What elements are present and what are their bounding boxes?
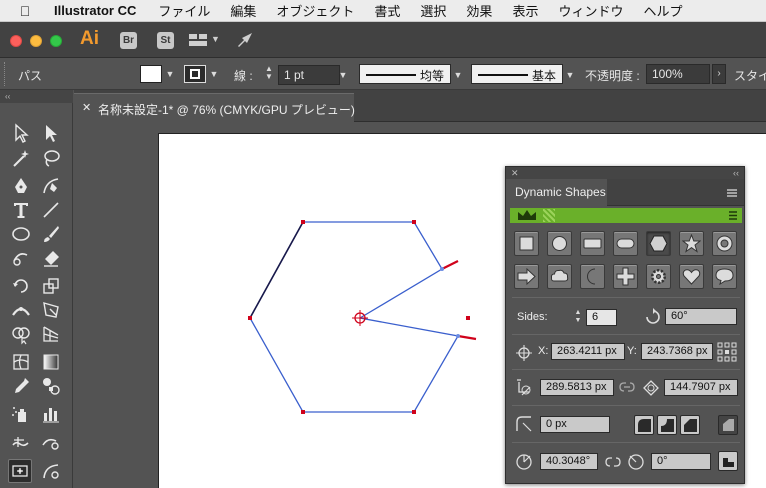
- cloud-icon: [550, 269, 569, 282]
- width-icon: [517, 379, 531, 396]
- panel-header[interactable]: ✕ ‹‹: [506, 167, 744, 179]
- rotation-icon: [646, 308, 660, 324]
- plugin-brand-bar: [510, 208, 742, 223]
- x-input[interactable]: 263.4211 px: [551, 343, 625, 360]
- panel-divider: [512, 334, 740, 335]
- round-corner-icon: [638, 419, 651, 432]
- panel-tab-dynamic-shapes[interactable]: Dynamic Shapes: [506, 179, 607, 206]
- cross-shape-button[interactable]: [613, 264, 638, 289]
- rectangle-icon: [519, 236, 534, 251]
- ellipse-shape-button[interactable]: [547, 231, 572, 256]
- panel-menu-icon[interactable]: [726, 186, 738, 198]
- crescent-icon: [587, 268, 596, 285]
- brand-pattern: [543, 209, 555, 222]
- gear-shape-button[interactable]: [646, 264, 671, 289]
- height-input[interactable]: 144.7907 px: [664, 379, 738, 396]
- corner-round-button[interactable]: [634, 415, 654, 435]
- anchor-points[interactable]: [248, 220, 470, 414]
- chamfer-corner-icon: [684, 419, 697, 432]
- arrow-shape-button[interactable]: [514, 264, 539, 289]
- panel-divider: [512, 369, 740, 370]
- capsule-shape-button[interactable]: [613, 231, 638, 256]
- pie-end-angle-icon: [628, 454, 644, 470]
- pie-angle-icon: [516, 454, 532, 470]
- panel-divider: [512, 442, 740, 443]
- crosshair-icon: [516, 345, 532, 361]
- panel-divider: [512, 405, 740, 406]
- rectangle-shape-button[interactable]: [514, 231, 539, 256]
- reference-point-grid-icon[interactable]: [717, 342, 737, 362]
- speech-bubble-shape-button[interactable]: [712, 264, 737, 289]
- hexagon-path[interactable]: [249, 221, 460, 413]
- panel-close-icon[interactable]: ✕: [511, 167, 519, 179]
- crown-logo-icon: [518, 210, 536, 220]
- link-angles-icon[interactable]: [603, 452, 623, 472]
- panel-divider: [512, 297, 740, 298]
- gear-icon: [651, 269, 666, 284]
- star-shape-button[interactable]: [679, 231, 704, 256]
- ring-icon: [716, 235, 733, 252]
- sides-stepper[interactable]: ▲ ▼: [572, 309, 584, 326]
- pie-start-angle-input[interactable]: 40.3048°: [540, 453, 598, 470]
- ring-shape-button[interactable]: [712, 231, 737, 256]
- capsule-icon: [616, 238, 635, 249]
- panel-tab-row: Dynamic Shapes: [506, 179, 744, 206]
- inverted-corner-icon: [661, 419, 674, 432]
- rounded-rectangle-shape-button[interactable]: [580, 231, 605, 256]
- sides-label: Sides:: [517, 311, 548, 323]
- pie-handles[interactable]: [440, 260, 477, 341]
- speech-bubble-icon: [715, 268, 734, 286]
- rotation-input[interactable]: 60°: [665, 308, 737, 325]
- corner-chamfer-button[interactable]: [680, 415, 700, 435]
- x-label: X:: [538, 345, 549, 357]
- width-input[interactable]: 289.5813 px: [540, 379, 614, 396]
- link-proportions-icon[interactable]: [617, 377, 637, 397]
- circle-icon: [552, 236, 567, 251]
- moon-shape-button[interactable]: [580, 264, 605, 289]
- heart-icon: [682, 269, 701, 285]
- plus-icon: [616, 267, 635, 286]
- arrow-right-icon: [517, 267, 536, 286]
- height-icon: [643, 380, 659, 396]
- corner-inverted-button[interactable]: [657, 415, 677, 435]
- pie-options-button[interactable]: [718, 451, 738, 471]
- dynamic-shapes-panel: ✕ ‹‹ Dynamic Shapes Sides: ▲ ▼ 6 60° X: …: [505, 166, 745, 484]
- pie-end-angle-input[interactable]: 0°: [651, 453, 711, 470]
- heart-shape-button[interactable]: [679, 264, 704, 289]
- sides-input[interactable]: 6: [586, 309, 617, 326]
- cloud-shape-button[interactable]: [547, 264, 572, 289]
- corner-options-button[interactable]: [718, 415, 738, 435]
- hexagon-icon: [649, 235, 668, 252]
- star-icon: [682, 234, 701, 253]
- pie-options-icon: [723, 458, 734, 467]
- plugin-menu-icon[interactable]: [728, 210, 738, 221]
- center-point-icon[interactable]: [352, 310, 368, 326]
- panel-collapse-icon[interactable]: ‹‹: [733, 167, 739, 179]
- y-input[interactable]: 243.7368 px: [641, 343, 713, 360]
- corner-radius-input[interactable]: 0 px: [540, 416, 610, 433]
- polygon-shape-button[interactable]: [646, 231, 671, 256]
- wide-rectangle-icon: [583, 238, 602, 249]
- corner-options-icon: [723, 419, 734, 431]
- corner-radius-icon: [516, 416, 532, 432]
- y-label: Y:: [627, 345, 637, 357]
